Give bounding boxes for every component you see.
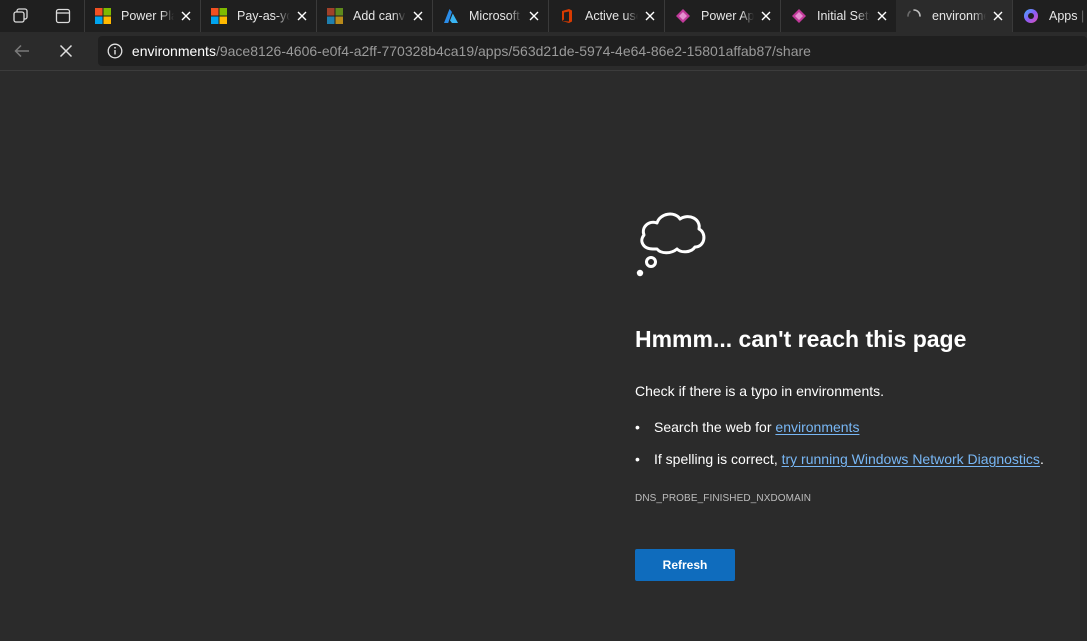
tab-title: environments	[932, 9, 986, 23]
microsoft-logo-dim-icon	[327, 8, 343, 24]
tab-title: Apps | P	[1049, 9, 1086, 23]
close-icon[interactable]	[178, 8, 194, 24]
close-icon[interactable]	[526, 8, 542, 24]
site-info-button[interactable]	[98, 36, 132, 66]
tab-title: Add canvas	[353, 9, 406, 23]
tab-title: Pay-as-you-go	[237, 9, 290, 23]
azure-icon	[443, 8, 459, 24]
tab-title: Initial Setup	[817, 9, 870, 23]
workspaces-icon	[13, 8, 28, 23]
suggestion-list: • Search the web for environments • If s…	[635, 419, 1044, 483]
close-icon	[59, 44, 72, 58]
tab-apps[interactable]: Apps | P	[1012, 0, 1087, 32]
url-text[interactable]: environments/9ace8126-4606-e0f4-a2ff-770…	[132, 43, 811, 59]
tab-title: Power Platform	[121, 9, 174, 23]
office-icon	[559, 8, 575, 24]
url-path: /9ace8126-4606-e0f4-a2ff-770328b4ca19/ap…	[215, 43, 811, 59]
tab-microsoft-azure[interactable]: Microsoft Azure	[432, 0, 548, 32]
list-item: • If spelling is correct, try running Wi…	[635, 451, 1044, 483]
tab-active-users[interactable]: Active users	[548, 0, 664, 32]
close-icon[interactable]	[874, 8, 890, 24]
stop-loading-button[interactable]	[44, 32, 88, 70]
tab-power-apps[interactable]: Power Apps	[664, 0, 780, 32]
browser-toolbar: environments/9ace8126-4606-e0f4-a2ff-770…	[0, 32, 1087, 71]
tab-actions-button[interactable]	[42, 0, 84, 32]
tab-power-platform[interactable]: Power Platform	[84, 0, 200, 32]
close-icon[interactable]	[642, 8, 658, 24]
tab-pay-as-you-go[interactable]: Pay-as-you-go	[200, 0, 316, 32]
error-hint: Check if there is a typo in environments…	[635, 383, 885, 399]
bullet: •	[635, 419, 640, 435]
bullet: •	[635, 451, 640, 467]
loading-spinner-icon	[906, 8, 922, 24]
search-web-link[interactable]: environments	[775, 419, 859, 435]
close-icon[interactable]	[990, 8, 1006, 24]
suggestion-text: If spelling is correct,	[654, 451, 778, 467]
back-button[interactable]	[0, 32, 44, 70]
list-item: • Search the web for environments	[635, 419, 1044, 451]
tab-title: Microsoft Azure	[469, 9, 522, 23]
refresh-button[interactable]: Refresh	[635, 549, 735, 581]
tab-environments[interactable]: environments	[896, 0, 1012, 32]
close-icon[interactable]	[294, 8, 310, 24]
microsoft-logo-icon	[211, 8, 227, 24]
error-title: Hmmm... can't reach this page	[635, 326, 967, 352]
tab-title: Power Apps	[701, 9, 754, 23]
back-arrow-icon	[14, 44, 29, 58]
workspaces-button[interactable]	[0, 0, 42, 32]
close-icon[interactable]	[758, 8, 774, 24]
vertical-tabs-icon	[55, 8, 71, 24]
power-apps-icon	[675, 8, 691, 24]
close-icon[interactable]	[410, 8, 426, 24]
address-bar[interactable]: environments/9ace8126-4606-e0f4-a2ff-770…	[97, 36, 1087, 66]
network-diagnostics-link[interactable]: try running Windows Network Diagnostics	[782, 451, 1040, 467]
url-host: environments	[131, 43, 216, 59]
microsoft-logo-icon	[95, 8, 111, 24]
tab-strip: Power Platform Pay-as-you-go Add canvas …	[0, 0, 1087, 32]
copilot-icon	[1023, 8, 1039, 24]
thought-cloud-icon	[636, 212, 706, 277]
suggestion-text: Search the web for	[654, 419, 772, 435]
tab-add-canvas[interactable]: Add canvas	[316, 0, 432, 32]
error-code: DNS_PROBE_FINISHED_NXDOMAIN	[635, 493, 812, 504]
tab-title: Active users	[585, 9, 638, 23]
tab-initial-setup[interactable]: Initial Setup	[780, 0, 896, 32]
power-apps-icon	[791, 8, 807, 24]
suggestion-suffix: .	[1039, 451, 1044, 467]
info-icon	[107, 43, 123, 59]
